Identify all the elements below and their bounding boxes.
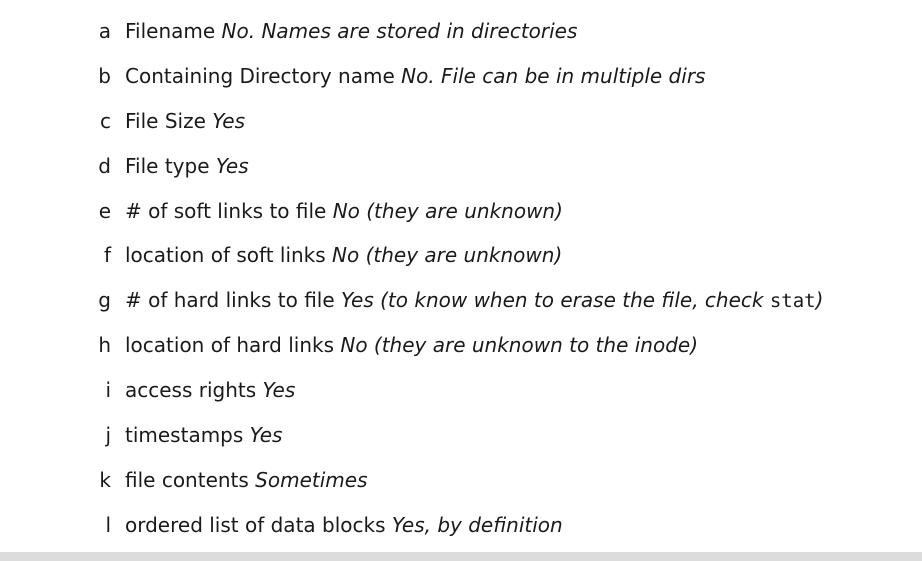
item-content: ordered list of data blocks Yes, by defi… [125, 508, 563, 542]
item-content: # of soft links to file No (they are unk… [125, 194, 563, 228]
list-item: k file contents Sometimes [0, 463, 922, 508]
item-answer: Yes [215, 153, 249, 178]
item-answer: Sometimes [255, 467, 368, 492]
item-content: timestamps Yes [125, 418, 282, 452]
item-label: location of soft links [125, 243, 326, 268]
item-content: location of hard links No (they are unkn… [125, 328, 698, 362]
item-content: file contents Sometimes [125, 463, 368, 497]
list-item: a Filename No. Names are stored in direc… [0, 14, 922, 59]
item-content: access rights Yes [125, 373, 295, 407]
list-item: d File type Yes [0, 149, 922, 194]
item-answer: Yes [212, 108, 245, 133]
item-marker: i [105, 378, 111, 403]
list-item: h location of hard links No (they are un… [0, 328, 922, 373]
list-item: b Containing Directory name No. File can… [0, 59, 922, 104]
item-marker: g [98, 288, 111, 313]
item-answer: No (they are unknown to the inode) [340, 333, 698, 358]
item-marker: f [103, 243, 111, 268]
item-content: # of hard links to file Yes (to know whe… [125, 283, 823, 318]
item-label: File type [125, 153, 210, 178]
item-label: access rights [125, 378, 257, 403]
item-answer: No. Names are stored in directories [221, 19, 578, 43]
item-label: ordered list of data blocks [125, 512, 386, 537]
item-marker: j [105, 423, 111, 448]
item-label: # of soft links to file [125, 198, 327, 223]
item-answer-text: Yes (to know when to erase the file, che… [341, 288, 764, 313]
item-marker: e [98, 198, 111, 223]
list-item: g # of hard links to file Yes (to know w… [0, 283, 922, 328]
item-label: file contents [125, 467, 249, 492]
item-content: File type Yes [125, 149, 249, 183]
item-label: Filename [125, 19, 216, 43]
item-label: File Size [125, 108, 206, 133]
item-content: Filename No. Names are stored in directo… [125, 14, 577, 48]
item-label: location of hard links [125, 333, 334, 358]
inode-question-list: a Filename No. Names are stored in direc… [0, 14, 922, 553]
item-answer: Yes, by definition [391, 512, 563, 537]
item-answer: Yes (to know when to erase the file, che… [341, 288, 823, 312]
item-marker: l [105, 512, 111, 537]
item-answer: No (they are unknown) [332, 243, 563, 268]
item-answer-tail: ) [815, 288, 824, 313]
item-label: timestamps [125, 423, 244, 448]
stat-command: stat [769, 290, 816, 313]
list-item: c File Size Yes [0, 104, 922, 149]
list-item: j timestamps Yes [0, 418, 922, 463]
item-marker: a [98, 19, 111, 43]
list-item: i access rights Yes [0, 373, 922, 418]
list-item: l ordered list of data blocks Yes, by de… [0, 508, 922, 553]
item-label: # of hard links to file [125, 288, 335, 313]
item-answer: No. File can be in multiple dirs [401, 63, 706, 88]
item-content: Containing Directory name No. File can b… [125, 59, 705, 93]
item-marker: k [99, 467, 111, 492]
item-content: location of soft links No (they are unkn… [125, 238, 562, 272]
item-label: Containing Directory name [125, 63, 395, 88]
item-marker: b [98, 63, 111, 88]
item-content: File Size Yes [125, 104, 245, 138]
bottom-scroll-edge [0, 552, 922, 561]
list-item: f location of soft links No (they are un… [0, 238, 922, 283]
item-answer: No (they are unknown) [332, 198, 563, 223]
item-marker: d [98, 153, 111, 178]
item-marker: h [98, 333, 111, 358]
item-marker: c [100, 108, 111, 133]
item-answer: Yes [249, 423, 283, 448]
list-item: e # of soft links to file No (they are u… [0, 194, 922, 239]
item-answer: Yes [262, 378, 296, 403]
